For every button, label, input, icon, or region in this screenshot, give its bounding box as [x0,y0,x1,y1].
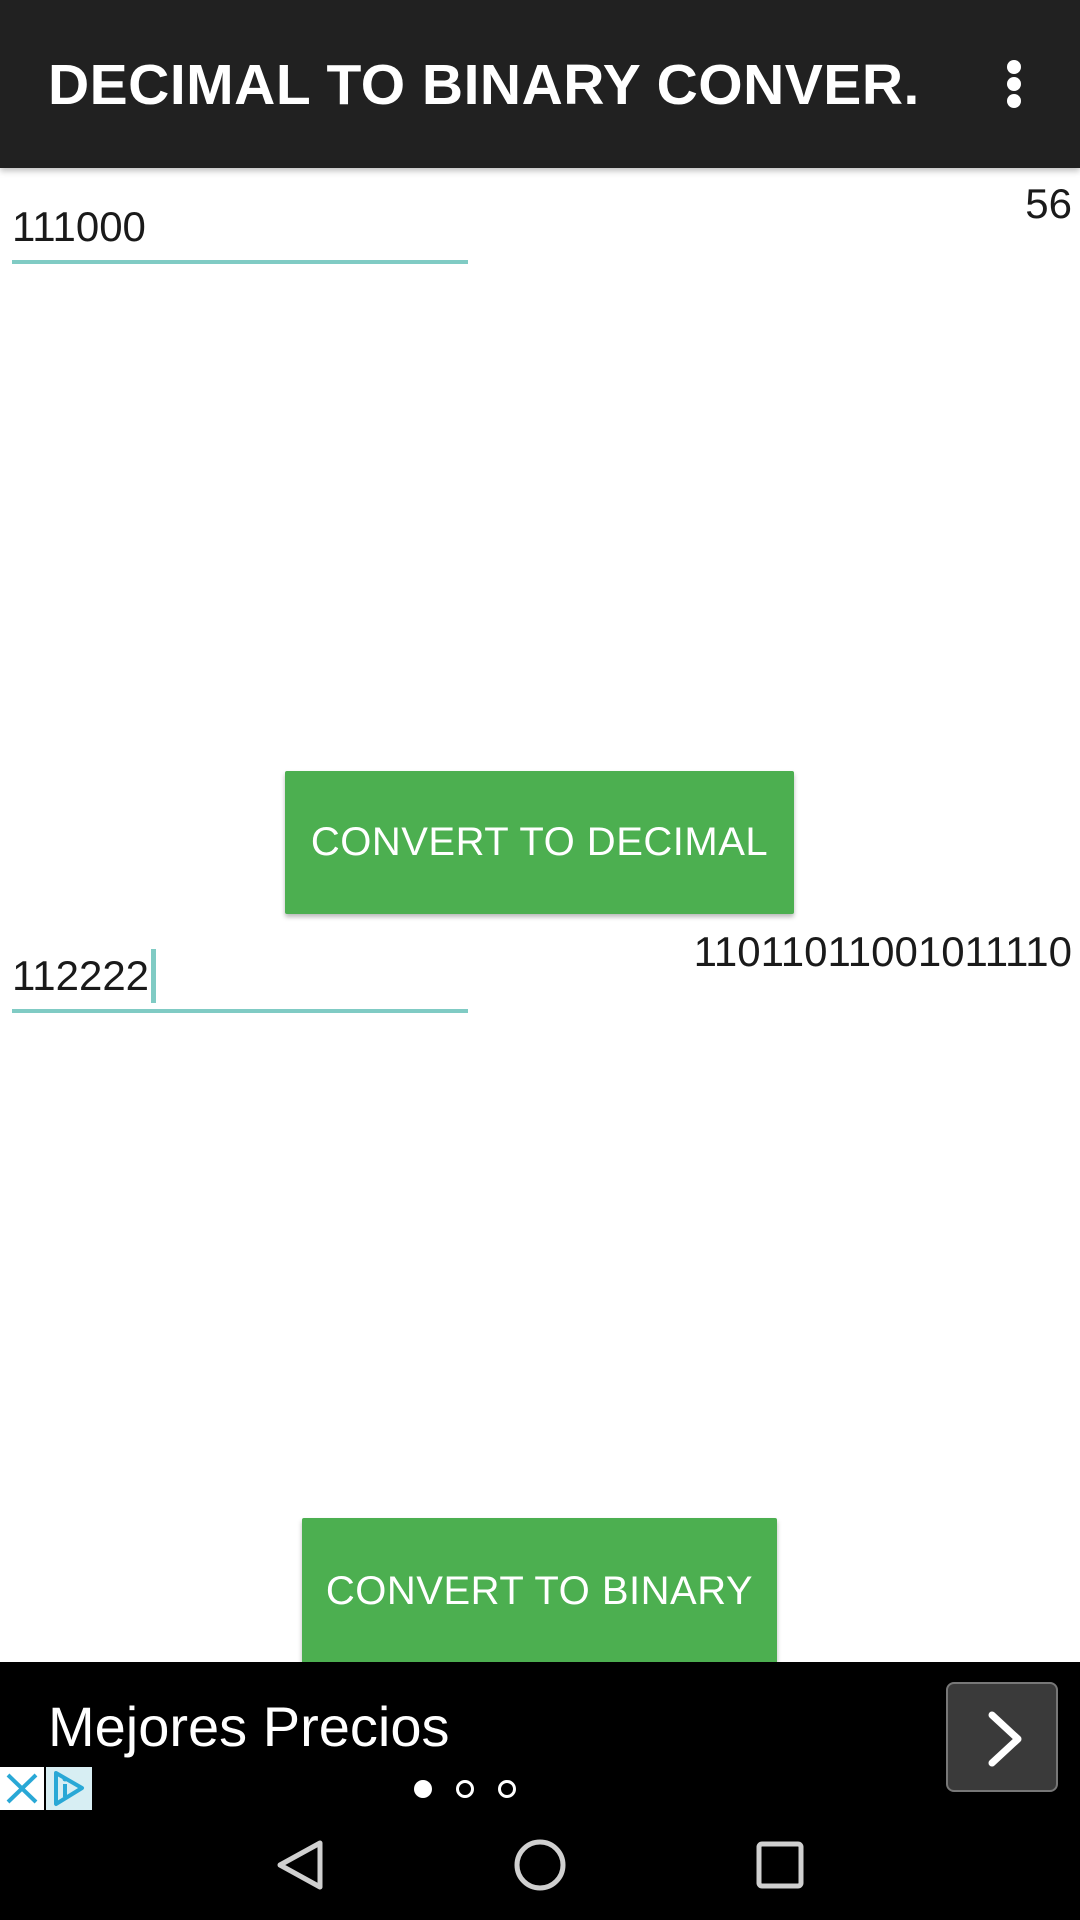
carousel-dot [498,1780,516,1798]
convert-to-binary-button[interactable]: CONVERT TO BINARY [302,1518,777,1662]
chevron-right-icon[interactable] [946,1682,1058,1792]
home-icon[interactable] [510,1835,570,1895]
close-icon[interactable] [0,1767,44,1810]
carousel-dot-active [414,1780,432,1798]
text-cursor [151,948,157,1003]
carousel-indicator [414,1778,524,1802]
adchoices-icon[interactable] [46,1767,92,1810]
app-title: DECIMAL TO BINARY CONVER... [48,53,918,117]
back-icon[interactable] [270,1835,330,1895]
recents-icon[interactable] [750,1835,810,1895]
convert-to-decimal-button[interactable]: CONVERT TO DECIMAL [285,771,794,914]
decimal-result: 56 [1025,180,1072,227]
binary-input-field[interactable]: 111000 [12,194,468,264]
system-nav-bar [0,1810,1080,1920]
carousel-dot [456,1780,474,1798]
binary-result: 11011011001011110 [693,928,1072,975]
decimal-input-field[interactable]: 112222 [12,943,468,1013]
binary-input-value: 111000 [12,203,146,250]
main-content: 111000 56 CONVERT TO DECIMAL 112222 1101… [0,168,1080,1662]
app-bar: DECIMAL TO BINARY CONVER... [0,0,1080,168]
more-vert-icon[interactable] [990,54,1040,114]
ad-headline[interactable]: Mejores Precios [48,1694,449,1759]
ad-banner[interactable]: Mejores Precios [0,1662,1080,1810]
decimal-input-value: 112222 [12,952,150,999]
